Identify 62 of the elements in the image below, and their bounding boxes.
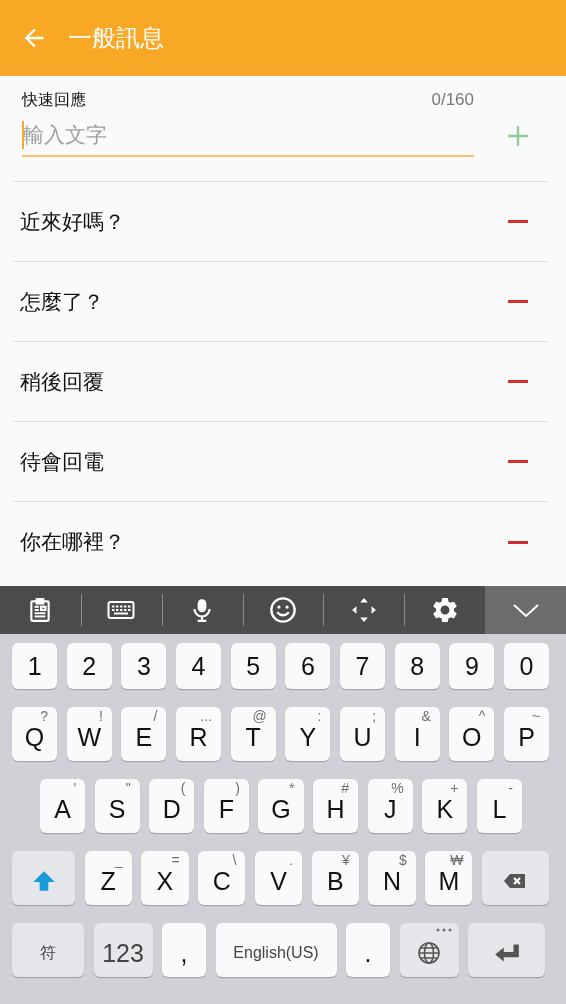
key-button[interactable]: 3 [121, 643, 167, 689]
key-button[interactable]: 9 [449, 643, 495, 689]
key-button[interactable]: 7 [339, 643, 386, 689]
punctuation-key[interactable]: . [346, 923, 390, 977]
input-field[interactable]: 輸入文字 [22, 115, 474, 157]
key-button[interactable]: F ) [203, 779, 249, 833]
remove-icon[interactable] [508, 540, 528, 544]
key-button[interactable]: Q ? [12, 707, 58, 761]
key-button[interactable]: P ~ [503, 707, 550, 761]
reply-text[interactable]: 近來好嗎？ [20, 207, 125, 236]
punctuation-key[interactable]: , [162, 923, 206, 977]
collapse-button[interactable] [485, 586, 566, 634]
reply-text[interactable]: 怎麼了？ [20, 287, 104, 316]
add-icon[interactable] [508, 126, 528, 146]
numbers-key[interactable]: 123 [93, 923, 153, 977]
key-button[interactable]: N $ [368, 851, 416, 905]
backspace-key[interactable] [481, 851, 549, 905]
space-key[interactable]: English(US) [215, 923, 337, 977]
shift-key[interactable] [12, 851, 75, 905]
key-button[interactable]: A ' [40, 779, 86, 833]
key-button[interactable]: D ( [149, 779, 195, 833]
key-button[interactable]: J % [367, 779, 413, 833]
arrows-icon [350, 597, 377, 623]
reply-text[interactable]: 稍後回覆 [20, 367, 104, 396]
key-button[interactable]: X = [141, 851, 189, 905]
key-button[interactable]: O ^ [449, 707, 495, 761]
key-button[interactable]: S " [94, 779, 140, 833]
reply-text[interactable]: 你在哪裡？ [20, 528, 125, 556]
enter-key[interactable] [468, 923, 545, 977]
globe-icon [417, 941, 441, 965]
text-cursor [22, 121, 24, 149]
dots-icon [435, 928, 452, 932]
key-button[interactable]: C \ [198, 851, 246, 905]
key-button[interactable]: L - [476, 779, 522, 833]
key-button[interactable]: R ... [175, 707, 222, 761]
key-button[interactable]: G * [258, 779, 304, 833]
key-button[interactable]: B ¥ [311, 851, 359, 905]
key-button[interactable]: 6 [285, 643, 331, 689]
key-button[interactable]: I & [394, 707, 440, 761]
key-button[interactable]: 8 [394, 643, 440, 689]
key-button[interactable]: 1 [12, 643, 58, 689]
key-button[interactable]: 5 [230, 643, 276, 689]
symbols-key[interactable]: 符 [12, 923, 84, 977]
char-counter: 0/160 [431, 90, 474, 111]
smiley-icon [269, 596, 297, 624]
key-button[interactable]: 0 [503, 643, 550, 689]
key-button[interactable]: W ! [66, 707, 112, 761]
key-button[interactable]: H # [313, 779, 359, 833]
key-button[interactable]: 2 [66, 643, 112, 689]
key-button[interactable]: Z _ [84, 851, 132, 905]
key-button[interactable]: E / [121, 707, 167, 761]
field-label: 快速回應 [22, 90, 86, 111]
reply-text[interactable]: 待會回電 [20, 447, 104, 476]
key-button[interactable]: T @ [230, 707, 276, 761]
language-key[interactable] [399, 923, 459, 977]
key-button[interactable]: K + [422, 779, 468, 833]
key-button[interactable]: U ; [339, 707, 386, 761]
key-button[interactable]: V . [254, 851, 303, 905]
screen-title: 一般訊息 [68, 23, 164, 54]
key-button[interactable]: Y : [285, 707, 331, 761]
key-button[interactable]: 4 [175, 643, 222, 689]
key-button[interactable]: M ₩ [425, 851, 473, 905]
